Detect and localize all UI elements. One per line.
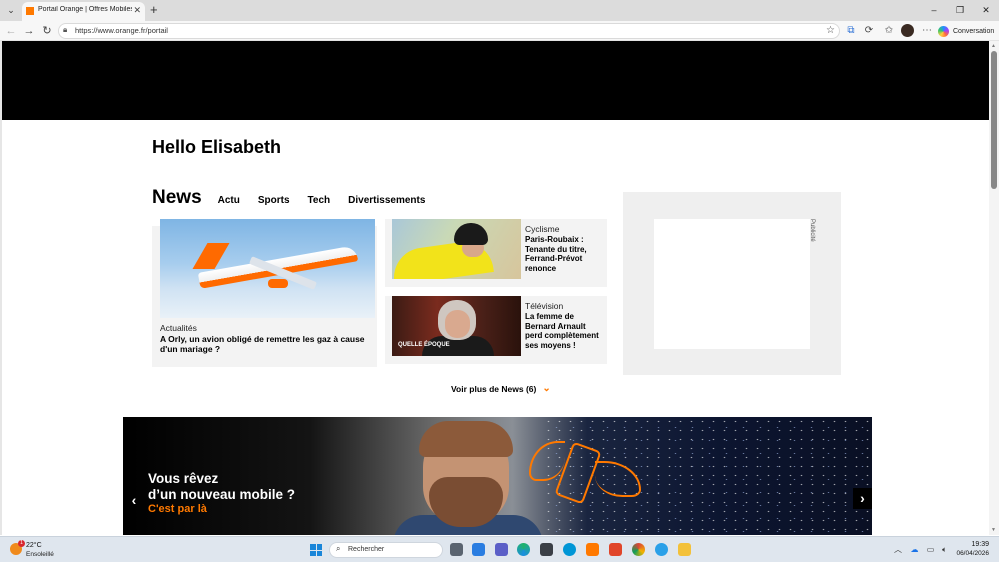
clock-time[interactable]: 19:39 (959, 541, 989, 548)
promo-cta-link[interactable]: C'est par là (148, 503, 207, 515)
scroll-up-icon[interactable]: ▲ (991, 43, 996, 49)
tab-strip: ⌄ Portail Orange | Offres Mobiles, Inte … (0, 0, 999, 21)
weather-temperature[interactable]: 22°C (26, 542, 42, 549)
new-tab-button[interactable]: + (150, 2, 158, 18)
edge-icon[interactable] (517, 543, 530, 556)
more-icon[interactable]: ⋯ (920, 24, 934, 38)
favorites-icon[interactable]: ✩ (882, 24, 896, 38)
star-icon[interactable]: ☆ (826, 25, 835, 36)
scrollbar-thumb[interactable] (991, 51, 997, 189)
tab-actions-menu-button[interactable]: ⌄ (4, 3, 18, 17)
notification-app-icon[interactable] (655, 543, 668, 556)
network-icon[interactable]: ▭ (926, 545, 935, 554)
onedrive-icon[interactable]: ☁ (910, 545, 919, 554)
copilot-conversation-button[interactable]: Conversation (938, 24, 994, 38)
top-ad-banner (2, 41, 989, 120)
ad-slot: Publicité (623, 192, 841, 375)
carousel-next-icon[interactable]: › (853, 488, 872, 509)
news-card-category: Télévision (525, 301, 564, 311)
news-card-television[interactable]: QUELLE ÉPOQUE Télévision La femme de Ber… (385, 296, 607, 364)
scroll-down-icon[interactable]: ▼ (991, 527, 996, 533)
tab-orange-portal[interactable]: Portail Orange | Offres Mobiles, Inte ✕ (22, 2, 145, 21)
restore-button[interactable]: ❐ (947, 0, 973, 21)
news-card-category: Cyclisme (525, 224, 560, 234)
airplane-image[interactable] (160, 219, 375, 318)
news-card-cycling[interactable]: Cyclisme Paris-Roubaix : Tenante du titr… (385, 219, 607, 287)
weather-badge: 1 (18, 540, 25, 547)
copilot-icon (938, 25, 949, 37)
office-icon[interactable] (609, 543, 622, 556)
show-logo: QUELLE ÉPOQUE (398, 342, 450, 348)
conversation-label: Conversation (953, 27, 995, 35)
news-card-headline[interactable]: Paris-Roubaix : Tenante du titre, Ferran… (525, 235, 605, 273)
more-news-button[interactable]: Voir plus de News (6) ⌄ (451, 383, 551, 394)
news-tab-tech[interactable]: Tech (308, 195, 331, 206)
store-icon[interactable] (540, 543, 553, 556)
carousel-prev-icon[interactable]: ‹ (126, 490, 142, 510)
mail-icon[interactable] (472, 543, 485, 556)
close-window-button[interactable]: ✕ (973, 0, 999, 21)
chevron-down-icon[interactable]: ⌄ (542, 383, 550, 394)
news-card-headline[interactable]: A Orly, un avion obligé de remettre les … (160, 334, 370, 354)
extensions-icon[interactable]: ⧉ (844, 24, 858, 38)
task-view-icon[interactable] (450, 543, 463, 556)
windows-start-icon[interactable] (310, 544, 322, 556)
profile-avatar[interactable] (901, 24, 914, 37)
taskbar-search-input[interactable]: ⌕ Rechercher (329, 542, 443, 558)
refresh-icon[interactable]: ↻ (40, 24, 54, 38)
page-viewport: Hello Elisabeth News Actu Sports Tech Di… (0, 41, 989, 535)
cyclist-image[interactable] (392, 219, 521, 279)
promo-headline-line2: d’un nouveau mobile ? (148, 487, 296, 502)
promo-carousel[interactable]: Vous rêvez d’un nouveau mobile ? C'est p… (123, 417, 872, 535)
search-placeholder: Rechercher (348, 546, 385, 553)
toolbar: ← → ↻ 🔒︎ https://www.orange.fr/portail ☆… (0, 21, 999, 41)
back-icon[interactable]: ← (4, 24, 18, 38)
clock-date[interactable]: 06/04/2026 (950, 550, 989, 557)
volume-icon[interactable]: 🔈︎ (940, 545, 949, 554)
url-text[interactable]: https://www.orange.fr/portail (75, 26, 168, 35)
television-image[interactable]: QUELLE ÉPOQUE (392, 296, 521, 356)
address-bar[interactable]: 🔒︎ https://www.orange.fr/portail ☆ (58, 23, 840, 39)
minimize-button[interactable]: – (921, 0, 947, 21)
hp-icon[interactable] (563, 543, 576, 556)
news-title: News (152, 187, 202, 208)
news-tab-actu[interactable]: Actu (218, 195, 240, 206)
more-news-label[interactable]: Voir plus de News (6) (451, 384, 536, 394)
ad-label: Publicité (809, 219, 815, 242)
news-card-headline[interactable]: La femme de Bernard Arnault perd complèt… (525, 312, 605, 350)
news-tab-sports[interactable]: Sports (258, 195, 290, 206)
ad-content[interactable] (654, 219, 810, 349)
search-icon: ⌕ (336, 544, 341, 553)
taskbar: 1 22°C Ensoleillé ⌕ Rechercher ︿ ☁ ▭ 🔈︎ … (0, 536, 999, 562)
orange-favicon-icon (26, 7, 34, 15)
tab-title: Portail Orange | Offres Mobiles, Inte (38, 6, 132, 13)
teams-icon[interactable] (495, 543, 508, 556)
collections-icon[interactable]: ⟳ (862, 24, 876, 38)
tray-overflow-icon[interactable]: ︿ (894, 544, 902, 555)
forward-icon[interactable]: → (22, 24, 36, 38)
news-card-category: Actualités (160, 323, 197, 333)
lock-icon[interactable]: 🔒︎ (63, 25, 67, 35)
chrome-icon[interactable] (632, 543, 645, 556)
close-tab-icon[interactable]: ✕ (133, 5, 141, 16)
window-controls: – ❐ ✕ (921, 0, 999, 21)
page-scrollbar[interactable]: ▲ ▼ (989, 41, 999, 535)
weather-condition[interactable]: Ensoleillé (26, 551, 54, 558)
news-header: News Actu Sports Tech Divertissements (152, 187, 443, 209)
greeting-heading: Hello Elisabeth (152, 137, 282, 157)
promo-headline-line1: Vous rêvez (148, 471, 219, 486)
orange-app-icon[interactable] (586, 543, 599, 556)
news-tab-divertissements[interactable]: Divertissements (348, 195, 425, 206)
file-explorer-icon[interactable] (678, 543, 691, 556)
news-card-main[interactable]: Actualités A Orly, un avion obligé de re… (152, 219, 377, 367)
